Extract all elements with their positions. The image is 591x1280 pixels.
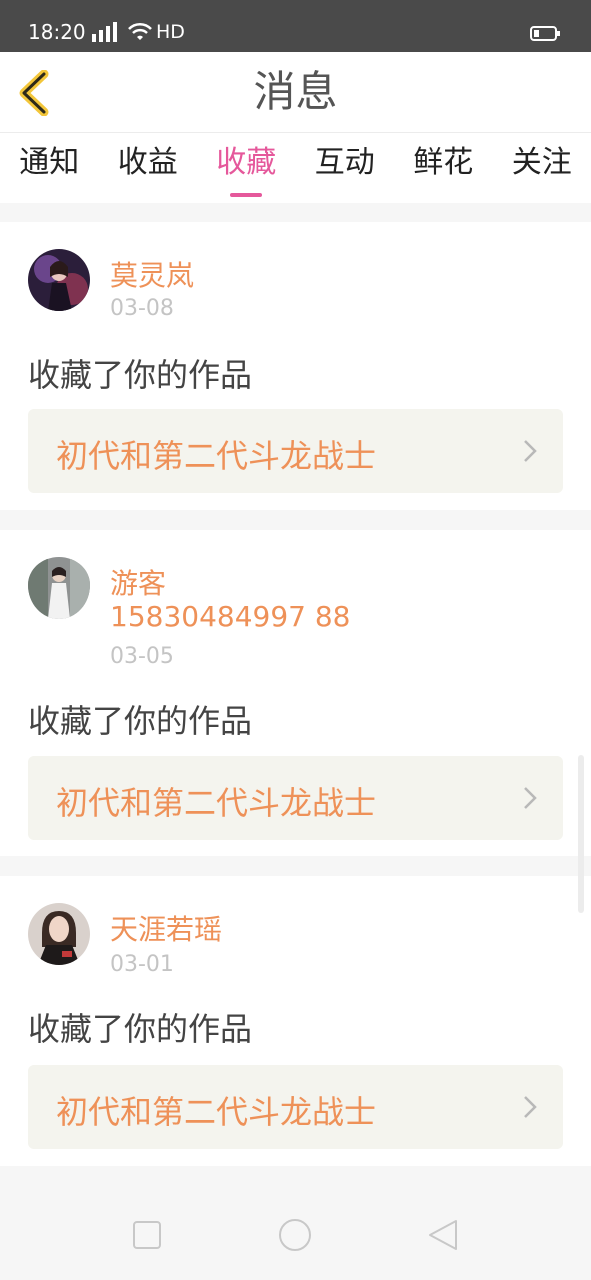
user-name[interactable]: 莫灵岚	[110, 254, 194, 294]
tab-bar: 通知 收益 收藏 互动 鲜花 关注	[0, 133, 591, 203]
work-title: 初代和第二代斗龙战士	[56, 437, 377, 475]
tab-label: 通知	[19, 145, 80, 180]
status-time: 18:20	[28, 20, 86, 44]
avatar[interactable]	[28, 249, 90, 311]
active-tab-indicator	[230, 193, 263, 197]
avatar[interactable]	[28, 903, 90, 965]
tab-flowers[interactable]: 鲜花	[394, 133, 493, 203]
tab-label: 收益	[117, 145, 178, 180]
tab-label: 互动	[314, 145, 375, 180]
system-nav-bar	[0, 1190, 591, 1280]
tab-earnings[interactable]: 收益	[99, 133, 198, 203]
work-title: 初代和第二代斗龙战士	[56, 784, 377, 822]
user-name[interactable]: 游客	[110, 562, 166, 602]
item-date: 03-08	[110, 296, 174, 321]
user-phone: 15830484997 88	[110, 600, 351, 633]
scrollbar[interactable]	[578, 755, 584, 913]
tab-label: 关注	[511, 145, 572, 180]
header: 消息	[0, 52, 591, 133]
tab-follows[interactable]: 关注	[493, 133, 591, 203]
work-link[interactable]: 初代和第二代斗龙战士	[28, 756, 563, 840]
list-item: 天涯若瑶 03-01 收藏了你的作品 初代和第二代斗龙战士	[0, 876, 591, 1166]
home-icon[interactable]	[278, 1218, 312, 1252]
tab-favorites[interactable]: 收藏	[197, 133, 296, 203]
tab-notifications[interactable]: 通知	[0, 133, 99, 203]
page-title: 消息	[253, 67, 338, 116]
wifi-icon	[128, 22, 152, 40]
signal-icon	[92, 22, 117, 42]
list-item: 莫灵岚 03-08 收藏了你的作品 初代和第二代斗龙战士	[0, 222, 591, 510]
avatar[interactable]	[28, 557, 90, 619]
battery-icon	[530, 26, 560, 41]
chevron-right-icon	[524, 440, 537, 462]
tab-interactions[interactable]: 互动	[296, 133, 395, 203]
item-date: 03-05	[110, 644, 174, 669]
work-title: 初代和第二代斗龙战士	[56, 1093, 377, 1131]
action-text: 收藏了你的作品	[28, 702, 253, 740]
action-text: 收藏了你的作品	[28, 356, 253, 394]
hd-indicator: HD	[156, 21, 185, 43]
user-name[interactable]: 天涯若瑶	[110, 908, 222, 948]
list-item: 游客 15830484997 88 03-05 收藏了你的作品 初代和第二代斗龙…	[0, 530, 591, 856]
work-link[interactable]: 初代和第二代斗龙战士	[28, 409, 563, 493]
item-date: 03-01	[110, 952, 174, 977]
status-bar: 18:20 HD	[0, 0, 591, 52]
chevron-right-icon	[524, 1096, 537, 1118]
tab-label: 收藏	[216, 145, 277, 180]
recent-apps-icon[interactable]	[130, 1218, 164, 1252]
action-text: 收藏了你的作品	[28, 1010, 253, 1048]
back-triangle-icon[interactable]	[426, 1218, 460, 1252]
chevron-right-icon	[524, 787, 537, 809]
tab-label: 鲜花	[413, 145, 474, 180]
work-link[interactable]: 初代和第二代斗龙战士	[28, 1065, 563, 1149]
